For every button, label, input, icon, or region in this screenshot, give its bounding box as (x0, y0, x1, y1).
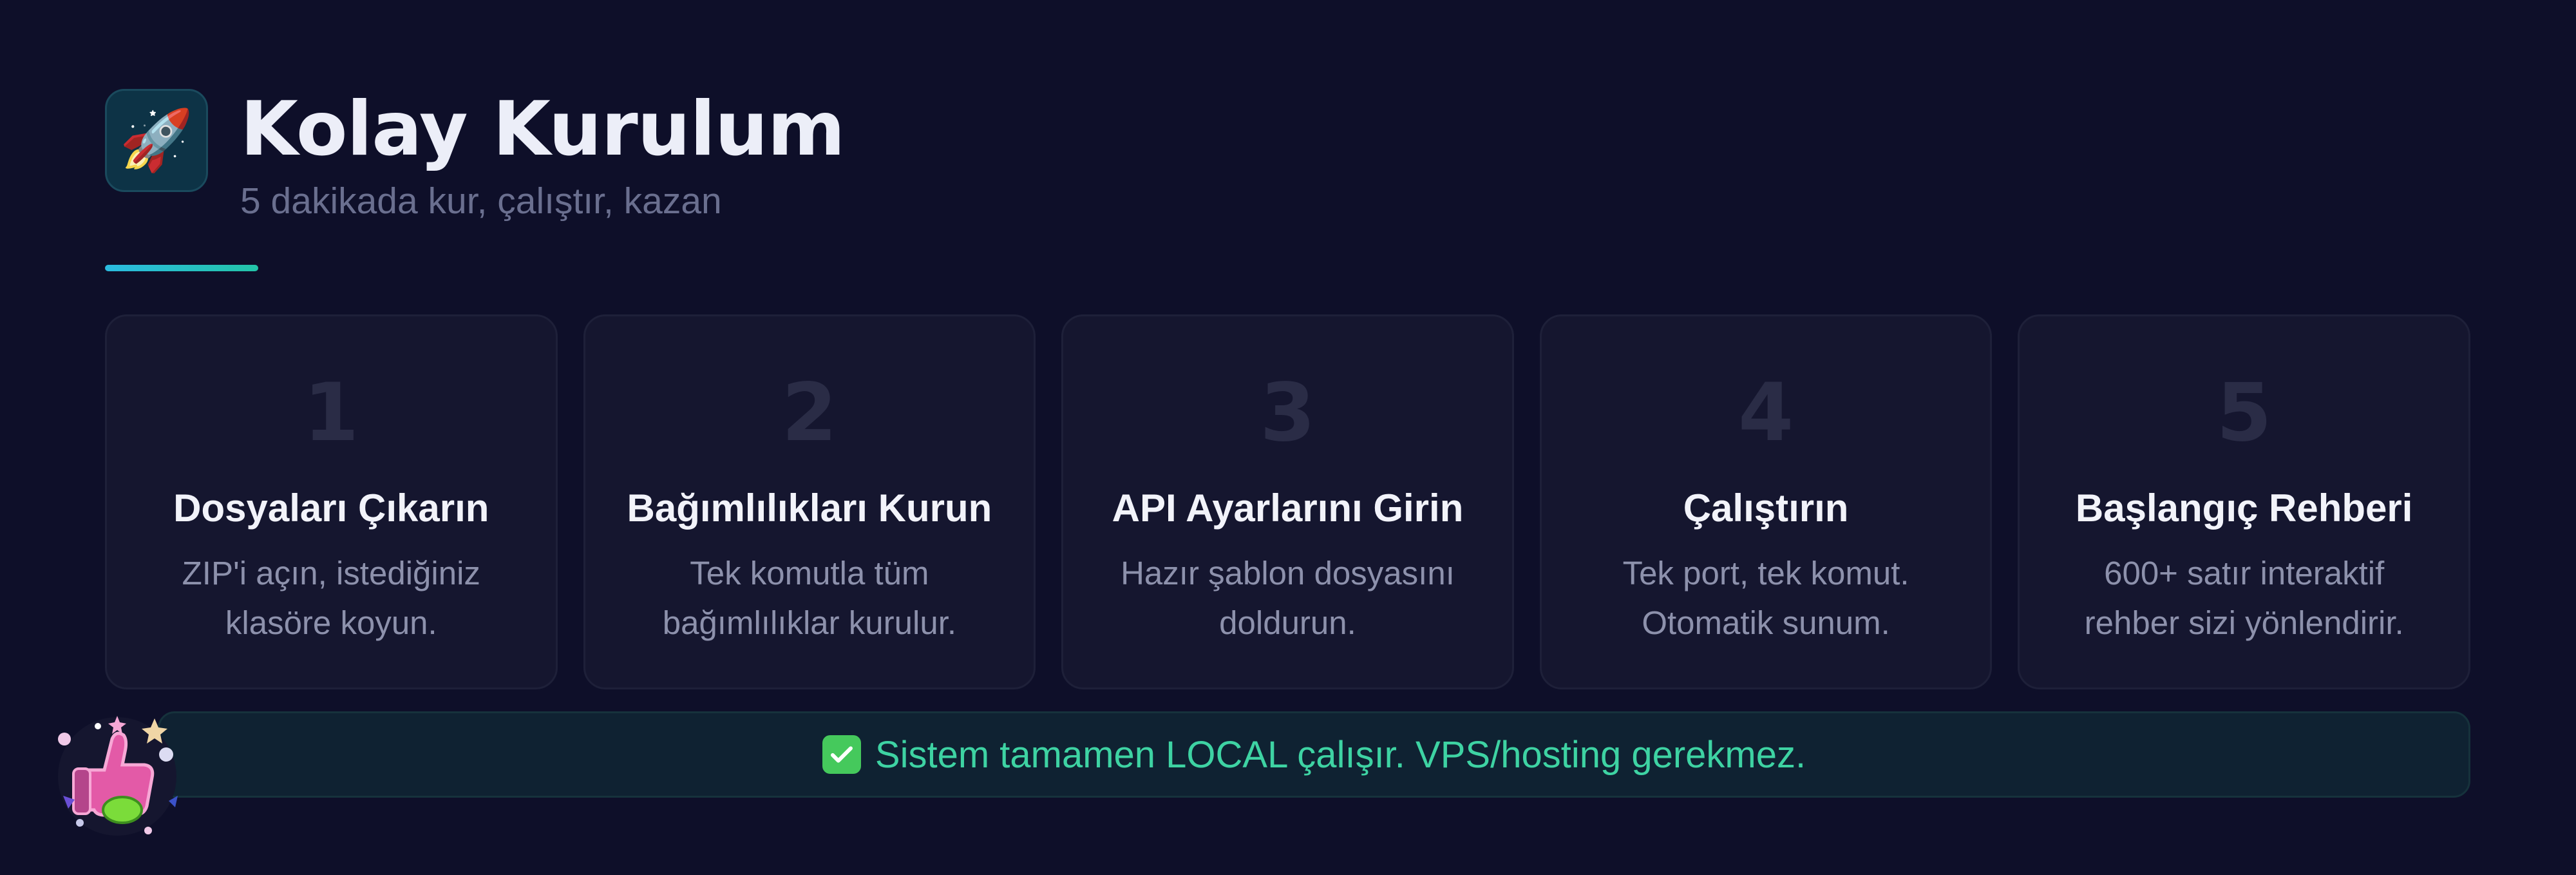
step-title: Başlangıç Rehberi (2075, 486, 2413, 530)
header-titles: Kolay Kurulum 5 dakikada kur, çalıştır, … (240, 82, 845, 222)
step-description-line: klasöre koyun. (225, 604, 437, 641)
step-description: ZIP'i açın, istediğiniz klasöre koyun. (151, 548, 511, 648)
step-card-5: 5 Başlangıç Rehberi 600+ satır interakti… (2018, 314, 2470, 689)
step-card-1: 1 Dosyaları Çıkarın ZIP'i açın, istediği… (105, 314, 558, 689)
step-card-4: 4 Çalıştırın Tek port, tek komut. Otomat… (1539, 314, 1993, 689)
step-description-line: bağımlılıklar kurulur. (662, 604, 957, 641)
step-title: Çalıştırın (1683, 486, 1849, 530)
step-title: API Ayarlarını Girin (1112, 486, 1464, 530)
step-description-line: doldurun. (1219, 604, 1356, 641)
step-description-line: Tek komutla tüm (690, 555, 929, 591)
step-description: 600+ satır interaktif rehber sizi yönlen… (2064, 548, 2425, 648)
local-notice-banner: Sistem tamamen LOCAL çalışır. VPS/hostin… (158, 711, 2470, 798)
step-description: Tek komutla tüm bağımlılıklar kurulur. (629, 548, 990, 648)
rocket-icon: 🚀 (105, 89, 208, 192)
step-description: Tek port, tek komut. Otomatik sunum. (1586, 548, 1946, 648)
header: 🚀 Kolay Kurulum 5 dakikada kur, çalıştır… (105, 86, 845, 222)
accent-underline (105, 265, 258, 271)
step-description: Hazır şablon dosyasını doldurun. (1107, 548, 1468, 648)
step-description-line: rehber sizi yönlendirir. (2084, 604, 2404, 641)
page-title: Kolay Kurulum (240, 86, 845, 173)
step-description-line: Otomatik sunum. (1642, 604, 1890, 641)
step-description-line: 600+ satır interaktif (2104, 555, 2385, 591)
check-mark-icon (822, 735, 861, 774)
step-number: 2 (781, 367, 838, 459)
step-number: 3 (1260, 367, 1316, 459)
step-description-line: Tek port, tek komut. (1622, 555, 1909, 591)
step-description-line: ZIP'i açın, istediğiniz (182, 555, 480, 591)
step-title: Bağımlılıkları Kurun (627, 486, 992, 530)
step-description-line: Hazır şablon dosyasını (1121, 555, 1455, 591)
step-number: 5 (2216, 367, 2272, 459)
step-title: Dosyaları Çıkarın (173, 486, 489, 530)
step-number: 4 (1738, 367, 1794, 459)
step-card-3: 3 API Ayarlarını Girin Hazır şablon dosy… (1061, 314, 1514, 689)
step-number: 1 (303, 367, 359, 459)
thumbs-up-sticker-icon (40, 693, 194, 847)
step-card-2: 2 Bağımlılıkları Kurun Tek komutla tüm b… (583, 314, 1036, 689)
page-subtitle: 5 dakikada kur, çalıştır, kazan (240, 180, 722, 222)
steps-row: 1 Dosyaları Çıkarın ZIP'i açın, istediği… (105, 314, 2470, 689)
notice-text: Sistem tamamen LOCAL çalışır. VPS/hostin… (875, 733, 1806, 776)
installation-page: 🚀 Kolay Kurulum 5 dakikada kur, çalıştır… (0, 0, 2576, 875)
